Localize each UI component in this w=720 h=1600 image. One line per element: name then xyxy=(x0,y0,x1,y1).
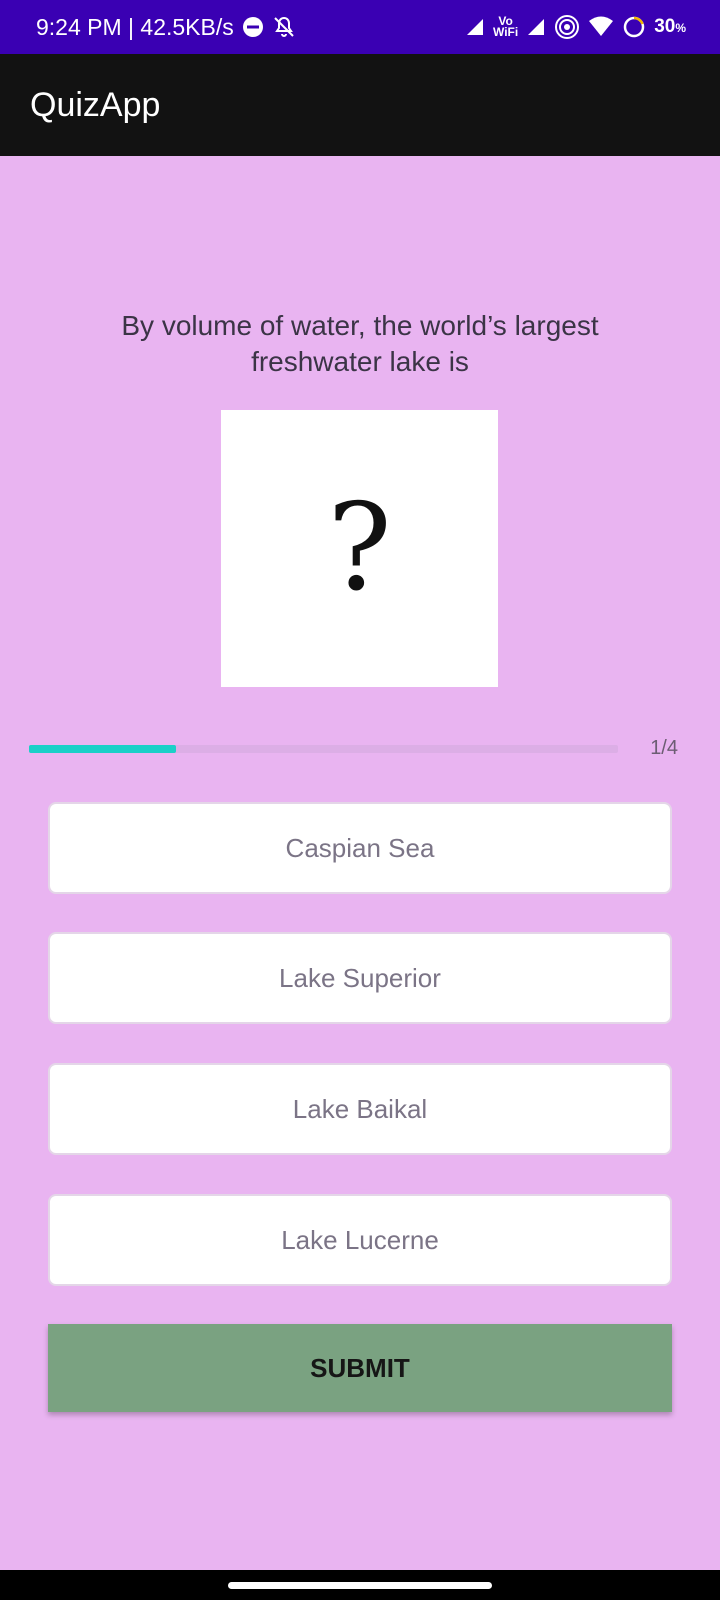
progress-counter: 1/4 xyxy=(650,737,678,759)
vowifi-bottom-label: WiFi xyxy=(492,25,519,39)
notifications-off-icon xyxy=(272,15,296,39)
system-nav-bar xyxy=(0,1570,720,1600)
battery-percent-value: 30 xyxy=(654,16,676,37)
submit-button[interactable]: SUBMIT xyxy=(48,1324,672,1412)
home-gesture-handle[interactable] xyxy=(228,1581,492,1589)
status-time-speed: 9:24 PM | 42.5KB/s xyxy=(36,13,234,40)
status-bar: 9:24 PM | 42.5KB/s Vo WiFi 30% xyxy=(0,0,720,54)
quiz-progress-bar xyxy=(29,745,618,753)
vowifi-icon: Vo WiFi xyxy=(492,15,519,39)
question-mark-icon: ? xyxy=(327,478,392,618)
option-button-2[interactable]: Lake Superior xyxy=(48,932,672,1024)
signal-icon xyxy=(526,17,546,37)
option-label: Caspian Sea xyxy=(285,832,435,863)
option-label: Lake Superior xyxy=(279,962,441,993)
status-left: 9:24 PM | 42.5KB/s xyxy=(36,14,296,41)
hotspot-icon xyxy=(554,14,580,40)
submit-label: SUBMIT xyxy=(310,1352,410,1383)
battery-saver-ring-icon xyxy=(622,15,646,39)
signal-icon xyxy=(465,17,485,37)
wifi-icon xyxy=(588,16,614,38)
battery-percent-unit: % xyxy=(675,21,686,35)
option-button-4[interactable]: Lake Lucerne xyxy=(48,1194,672,1286)
option-label: Lake Lucerne xyxy=(281,1224,439,1255)
battery-percent: 30% xyxy=(654,16,686,38)
app-title: QuizApp xyxy=(30,85,161,124)
option-button-3[interactable]: Lake Baikal xyxy=(48,1063,672,1155)
dnd-icon xyxy=(242,16,264,38)
question-text: By volume of water, the world’s largest … xyxy=(121,310,599,377)
quiz-progress-fill xyxy=(29,745,177,753)
status-right: Vo WiFi 30% xyxy=(465,14,686,40)
app-bar: QuizApp xyxy=(0,54,720,156)
option-label: Lake Baikal xyxy=(292,1093,428,1124)
option-button-1[interactable]: Caspian Sea xyxy=(48,802,672,894)
question-image: ? xyxy=(221,410,498,687)
